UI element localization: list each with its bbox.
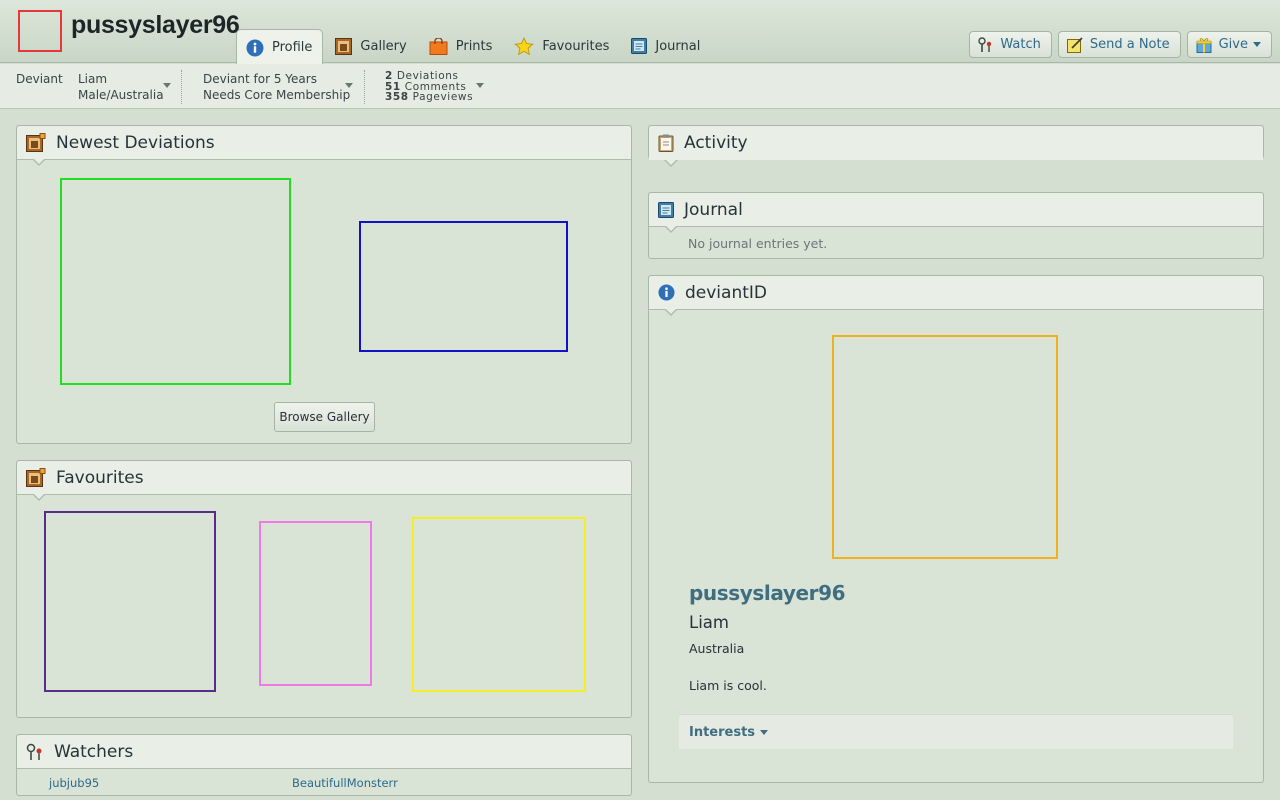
gallery-icon <box>26 468 46 487</box>
journal-empty-text: No journal entries yet. <box>688 236 828 251</box>
watch-button[interactable]: Watch <box>969 31 1052 58</box>
panel-notch <box>664 159 678 167</box>
journal-panel: Journal No journal entries yet. <box>648 192 1264 259</box>
profile-stats: 2 Deviations 51 Comments 358 Pageviews <box>385 71 473 103</box>
deviation-thumb-1[interactable] <box>60 178 291 385</box>
watcher-link[interactable]: BeautifullMonsterr <box>292 776 398 790</box>
deviant-gender-location: Male/Australia <box>78 88 164 102</box>
panel-notch <box>664 308 678 316</box>
tab-label: Prints <box>455 38 493 54</box>
pageviews-count: 358 <box>385 91 409 103</box>
note-icon <box>1066 36 1083 53</box>
panel-header: deviantID <box>649 276 1263 316</box>
panel-title: Favourites <box>56 467 144 488</box>
profile-actions: Watch Send a Note Give <box>969 31 1272 58</box>
watch-icon <box>26 743 44 761</box>
gallery-icon <box>335 37 353 55</box>
favourite-thumb-1[interactable] <box>44 511 216 692</box>
panel-title: Activity <box>684 133 748 153</box>
chevron-down-icon[interactable] <box>476 83 484 88</box>
deviation-thumb-2[interactable] <box>359 221 568 352</box>
tab-label: Profile <box>272 40 313 55</box>
profile-username[interactable]: pussyslayer96 <box>71 11 240 40</box>
divider <box>364 70 365 104</box>
tab-prints[interactable]: Prints <box>420 29 503 63</box>
tab-profile[interactable]: Profile <box>236 29 324 64</box>
info-icon <box>246 39 264 57</box>
chevron-down-icon[interactable] <box>163 83 171 88</box>
avatar[interactable] <box>18 10 62 52</box>
gallery-icon <box>26 133 46 152</box>
favourite-thumb-3[interactable] <box>412 517 586 692</box>
deviantid-bio: Liam is cool. <box>689 678 767 693</box>
watcher-link[interactable]: jubjub95 <box>49 776 99 790</box>
tab-label: Gallery <box>360 38 407 54</box>
journal-icon <box>658 201 674 218</box>
panel-header: Favourites <box>17 461 631 501</box>
give-label: Give <box>1218 37 1248 52</box>
panel-notch <box>32 158 46 166</box>
star-icon <box>514 36 535 56</box>
membership-years: Deviant for 5 Years <box>203 72 317 86</box>
journal-icon <box>631 38 648 54</box>
tab-label: Favourites <box>542 38 610 54</box>
panel-header: Watchers <box>17 735 631 769</box>
tab-journal[interactable]: Journal <box>622 29 710 63</box>
newest-deviations-panel: Newest Deviations Browse Gallery <box>16 125 632 444</box>
gift-icon <box>1196 37 1212 53</box>
deviant-details: Liam Male/Australia <box>78 71 164 103</box>
watchers-panel: Watchers jubjub95 BeautifullMonsterr <box>16 734 632 796</box>
tab-favourites[interactable]: Favourites <box>505 29 619 63</box>
interests-label: Interests <box>689 724 756 740</box>
deviantid-photo[interactable] <box>832 335 1058 559</box>
deviant-type: Deviant <box>16 72 63 86</box>
info-icon <box>658 284 675 301</box>
panel-title: Newest Deviations <box>56 132 215 153</box>
chevron-down-icon <box>1253 42 1261 47</box>
profile-tabs: Profile Gallery Prints Favourites Journa… <box>236 29 713 64</box>
activity-panel: Activity <box>648 125 1264 167</box>
profile-info-bar: Deviant Liam Male/Australia Deviant for … <box>0 64 1280 109</box>
deviantid-location: Australia <box>689 641 745 656</box>
divider <box>181 70 182 104</box>
browse-gallery-button[interactable]: Browse Gallery <box>274 402 375 432</box>
panel-title: deviantID <box>685 282 767 303</box>
tab-gallery[interactable]: Gallery <box>326 29 416 63</box>
profile-header: pussyslayer96 Profile Gallery Prints Fav… <box>0 0 1280 64</box>
pageviews-label: Pageviews <box>412 91 474 103</box>
panel-header: Journal <box>649 193 1263 233</box>
panel-title: Journal <box>684 199 743 220</box>
panel-notch <box>664 225 678 233</box>
deviantid-realname: Liam <box>689 613 729 632</box>
deviant-name: Liam <box>78 72 108 86</box>
deviantid-panel: deviantID pussyslayer96 Liam Australia L… <box>648 275 1264 783</box>
chevron-down-icon[interactable] <box>345 83 353 88</box>
interests-toggle[interactable]: Interests <box>679 714 1233 749</box>
deviantid-username[interactable]: pussyslayer96 <box>689 581 846 605</box>
clipboard-icon <box>658 134 674 152</box>
watch-icon <box>978 36 993 53</box>
send-note-button[interactable]: Send a Note <box>1057 31 1181 58</box>
membership-details: Deviant for 5 Years Needs Core Membershi… <box>203 71 350 103</box>
give-button[interactable]: Give <box>1186 31 1272 58</box>
watch-label: Watch <box>1000 37 1041 52</box>
chevron-down-icon <box>760 729 769 735</box>
favourite-thumb-2[interactable] <box>259 521 372 686</box>
prints-bag-icon <box>429 37 448 55</box>
panel-title: Watchers <box>54 741 134 762</box>
favourites-panel: Favourites <box>16 460 632 718</box>
note-label: Send a Note <box>1089 37 1170 52</box>
membership-status: Needs Core Membership <box>203 88 351 102</box>
panel-notch <box>32 493 46 501</box>
panel-header: Activity <box>649 126 1263 167</box>
tab-label: Journal <box>655 38 701 54</box>
panel-header: Newest Deviations <box>17 126 631 166</box>
